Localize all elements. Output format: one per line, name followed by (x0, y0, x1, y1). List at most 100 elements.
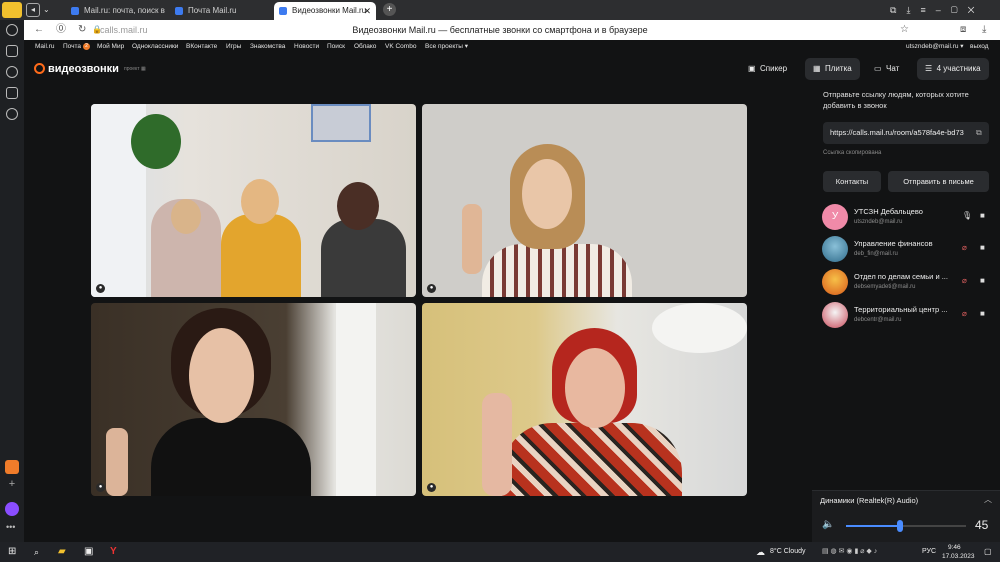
speaker-view-button[interactable]: ▣ Спикер (740, 58, 795, 80)
mic-muted-icon: ● (96, 284, 105, 293)
logout-link[interactable]: выход (970, 40, 989, 54)
tab-mailru[interactable]: Mail.ru: почта, поиск в ин (66, 2, 166, 20)
participant-name: УТСЗН Дебальцево (854, 207, 923, 216)
participant-row[interactable]: У УТСЗН Дебальцево utszndeb@mail.ru 🎙 ■ (822, 204, 992, 232)
avatar: У (822, 204, 848, 230)
videocalls-logo[interactable]: видеозвонки (34, 62, 119, 76)
nav-cloud[interactable]: Облако (354, 40, 376, 54)
account-menu[interactable]: utszndeb@mail.ru ▾ (906, 40, 964, 54)
speaker-volume-icon[interactable]: 🔈 (822, 519, 834, 530)
yandex-browser-icon[interactable]: Y (110, 542, 117, 562)
mail-portal-nav: Mail.ru Почта 2 Мой Мир Одноклассники ВК… (24, 40, 1000, 54)
nav-vk-combo[interactable]: VK Combo (385, 40, 416, 54)
contacts-button[interactable]: Контакты (823, 171, 881, 192)
volume-slider-handle[interactable] (897, 520, 903, 532)
video-tile-4[interactable]: ● (422, 303, 747, 496)
bookmarks-icon[interactable]: ⧉ (890, 5, 896, 15)
reload-icon[interactable]: ↻ (78, 20, 86, 40)
tab-mail[interactable]: Почта Mail.ru (170, 2, 270, 20)
nav-vk[interactable]: ВКонтакте (186, 40, 217, 54)
new-tab-button[interactable]: + (383, 3, 396, 16)
back-icon[interactable]: ← (34, 20, 44, 40)
tab-videocalls[interactable]: Видеозвонки Mail.ru ✕ (274, 2, 376, 20)
invite-link: https://calls.mail.ru/room/a578fa4e-bd73 (830, 128, 964, 137)
search-icon[interactable]: ⌕ (34, 542, 39, 562)
participants-button[interactable]: ☰ 4 участника (917, 58, 989, 80)
clock-date[interactable]: 17.03.2023 (942, 551, 975, 562)
history-icon[interactable] (6, 24, 18, 36)
participant-email: debcentr@mail.ru (854, 317, 902, 323)
video-tile-2[interactable]: ● (422, 104, 747, 297)
copied-status: Ссылка скопирована (823, 150, 882, 156)
nav-mailru[interactable]: Mail.ru (35, 40, 55, 54)
nav-mail[interactable]: Почта (63, 40, 81, 54)
participant-row[interactable]: Территориальный центр ... debcentr@mail.… (822, 302, 992, 330)
nav-all-projects[interactable]: Все проекты ▾ (425, 40, 468, 54)
video-tile-1[interactable]: ● (91, 104, 416, 297)
url-field[interactable]: calls.mail.ru (100, 20, 148, 40)
minimize-icon[interactable]: – (936, 5, 941, 15)
start-icon[interactable]: ⊞ (8, 542, 16, 562)
tray-icons[interactable]: ▤ ◍ ✉ ◉ ▮ ⌀ ◆ ♪ (822, 542, 877, 562)
nav-dating[interactable]: Знакомства (250, 40, 285, 54)
avatar (822, 269, 848, 295)
nav-my-world[interactable]: Мой Мир (97, 40, 124, 54)
nav-search[interactable]: Поиск (327, 40, 345, 54)
tab-dropdown[interactable]: ⌄ (43, 3, 55, 17)
participant-head (337, 182, 379, 230)
video-tile-3[interactable]: ● (91, 303, 416, 496)
copy-icon[interactable]: ⧉ (976, 128, 982, 138)
chat-button[interactable]: ▭ Чат (866, 58, 907, 80)
extensions-icon[interactable]: ⧈ (960, 20, 966, 40)
settings-icon[interactable] (6, 108, 18, 120)
nav-games[interactable]: Игры (226, 40, 241, 54)
speaker-label: Спикер (760, 64, 788, 73)
collapse-icon[interactable]: ︿ (984, 494, 992, 505)
send-email-button[interactable]: Отправить в письме (888, 171, 989, 192)
mic-muted-icon[interactable]: ⌀ (962, 276, 967, 285)
participant-name: Отдел по делам семьи и ... (854, 272, 948, 281)
participant-head (565, 348, 625, 428)
more-icon[interactable]: ••• (6, 522, 15, 532)
explorer-icon[interactable]: ▰ (58, 542, 66, 562)
invite-link-field[interactable]: https://calls.mail.ru/room/a578fa4e-bd73 (823, 122, 989, 144)
notes-icon[interactable] (6, 87, 18, 99)
language-indicator[interactable]: РУС (922, 542, 936, 562)
grid-icon: ▦ (813, 64, 821, 73)
add-app-icon[interactable]: + (6, 478, 18, 490)
store-icon[interactable]: ▣ (84, 542, 93, 562)
mailru-favicon (71, 7, 79, 15)
mic-muted-icon: ● (427, 284, 436, 293)
participant-figure (151, 418, 311, 496)
download-icon[interactable]: ⤓ (982, 20, 986, 40)
camera-icon[interactable]: ■ (980, 211, 985, 220)
camera-icon[interactable]: ■ (980, 243, 985, 252)
maximize-icon[interactable]: ▢ (951, 5, 958, 15)
participant-email: utszndeb@mail.ru (854, 219, 903, 225)
participant-head (171, 199, 201, 234)
alice-icon[interactable] (5, 502, 19, 516)
collections-icon[interactable] (6, 45, 18, 57)
notifications-icon[interactable]: ▢ (984, 542, 992, 562)
bookmark-star-icon[interactable]: ☆ (900, 20, 909, 40)
close-window-icon[interactable]: ✕ (968, 5, 975, 15)
grid-view-button[interactable]: ▦ Плитка (805, 58, 860, 80)
weather-text[interactable]: 8°C Cloudy (770, 542, 805, 562)
mail-app-icon[interactable] (5, 460, 19, 474)
secure-icon: ⓪ (56, 24, 66, 35)
participant-row[interactable]: Управление финансов deb_fin@mail.ru ⌀ ■ (822, 236, 992, 264)
nav-news[interactable]: Новости (294, 40, 319, 54)
camera-icon[interactable]: ■ (980, 276, 985, 285)
close-tab-icon[interactable]: ✕ (363, 2, 371, 20)
mic-icon[interactable]: 🎙 (962, 211, 972, 220)
media-icon[interactable] (6, 66, 18, 78)
nav-ok[interactable]: Одноклассники (132, 40, 178, 54)
participant-row[interactable]: Отдел по делам семьи и ... debsemyadeti@… (822, 269, 992, 297)
mic-muted-icon[interactable]: ⌀ (962, 243, 967, 252)
mic-muted-icon[interactable]: ⌀ (962, 309, 967, 318)
camera-icon[interactable]: ■ (980, 309, 985, 318)
downloads-icon[interactable]: ⤓ (906, 5, 910, 15)
menu-icon[interactable]: ≡ (920, 5, 925, 15)
browser-menu-button[interactable] (2, 2, 22, 18)
tab-sound-button[interactable]: ◂ (26, 3, 40, 17)
